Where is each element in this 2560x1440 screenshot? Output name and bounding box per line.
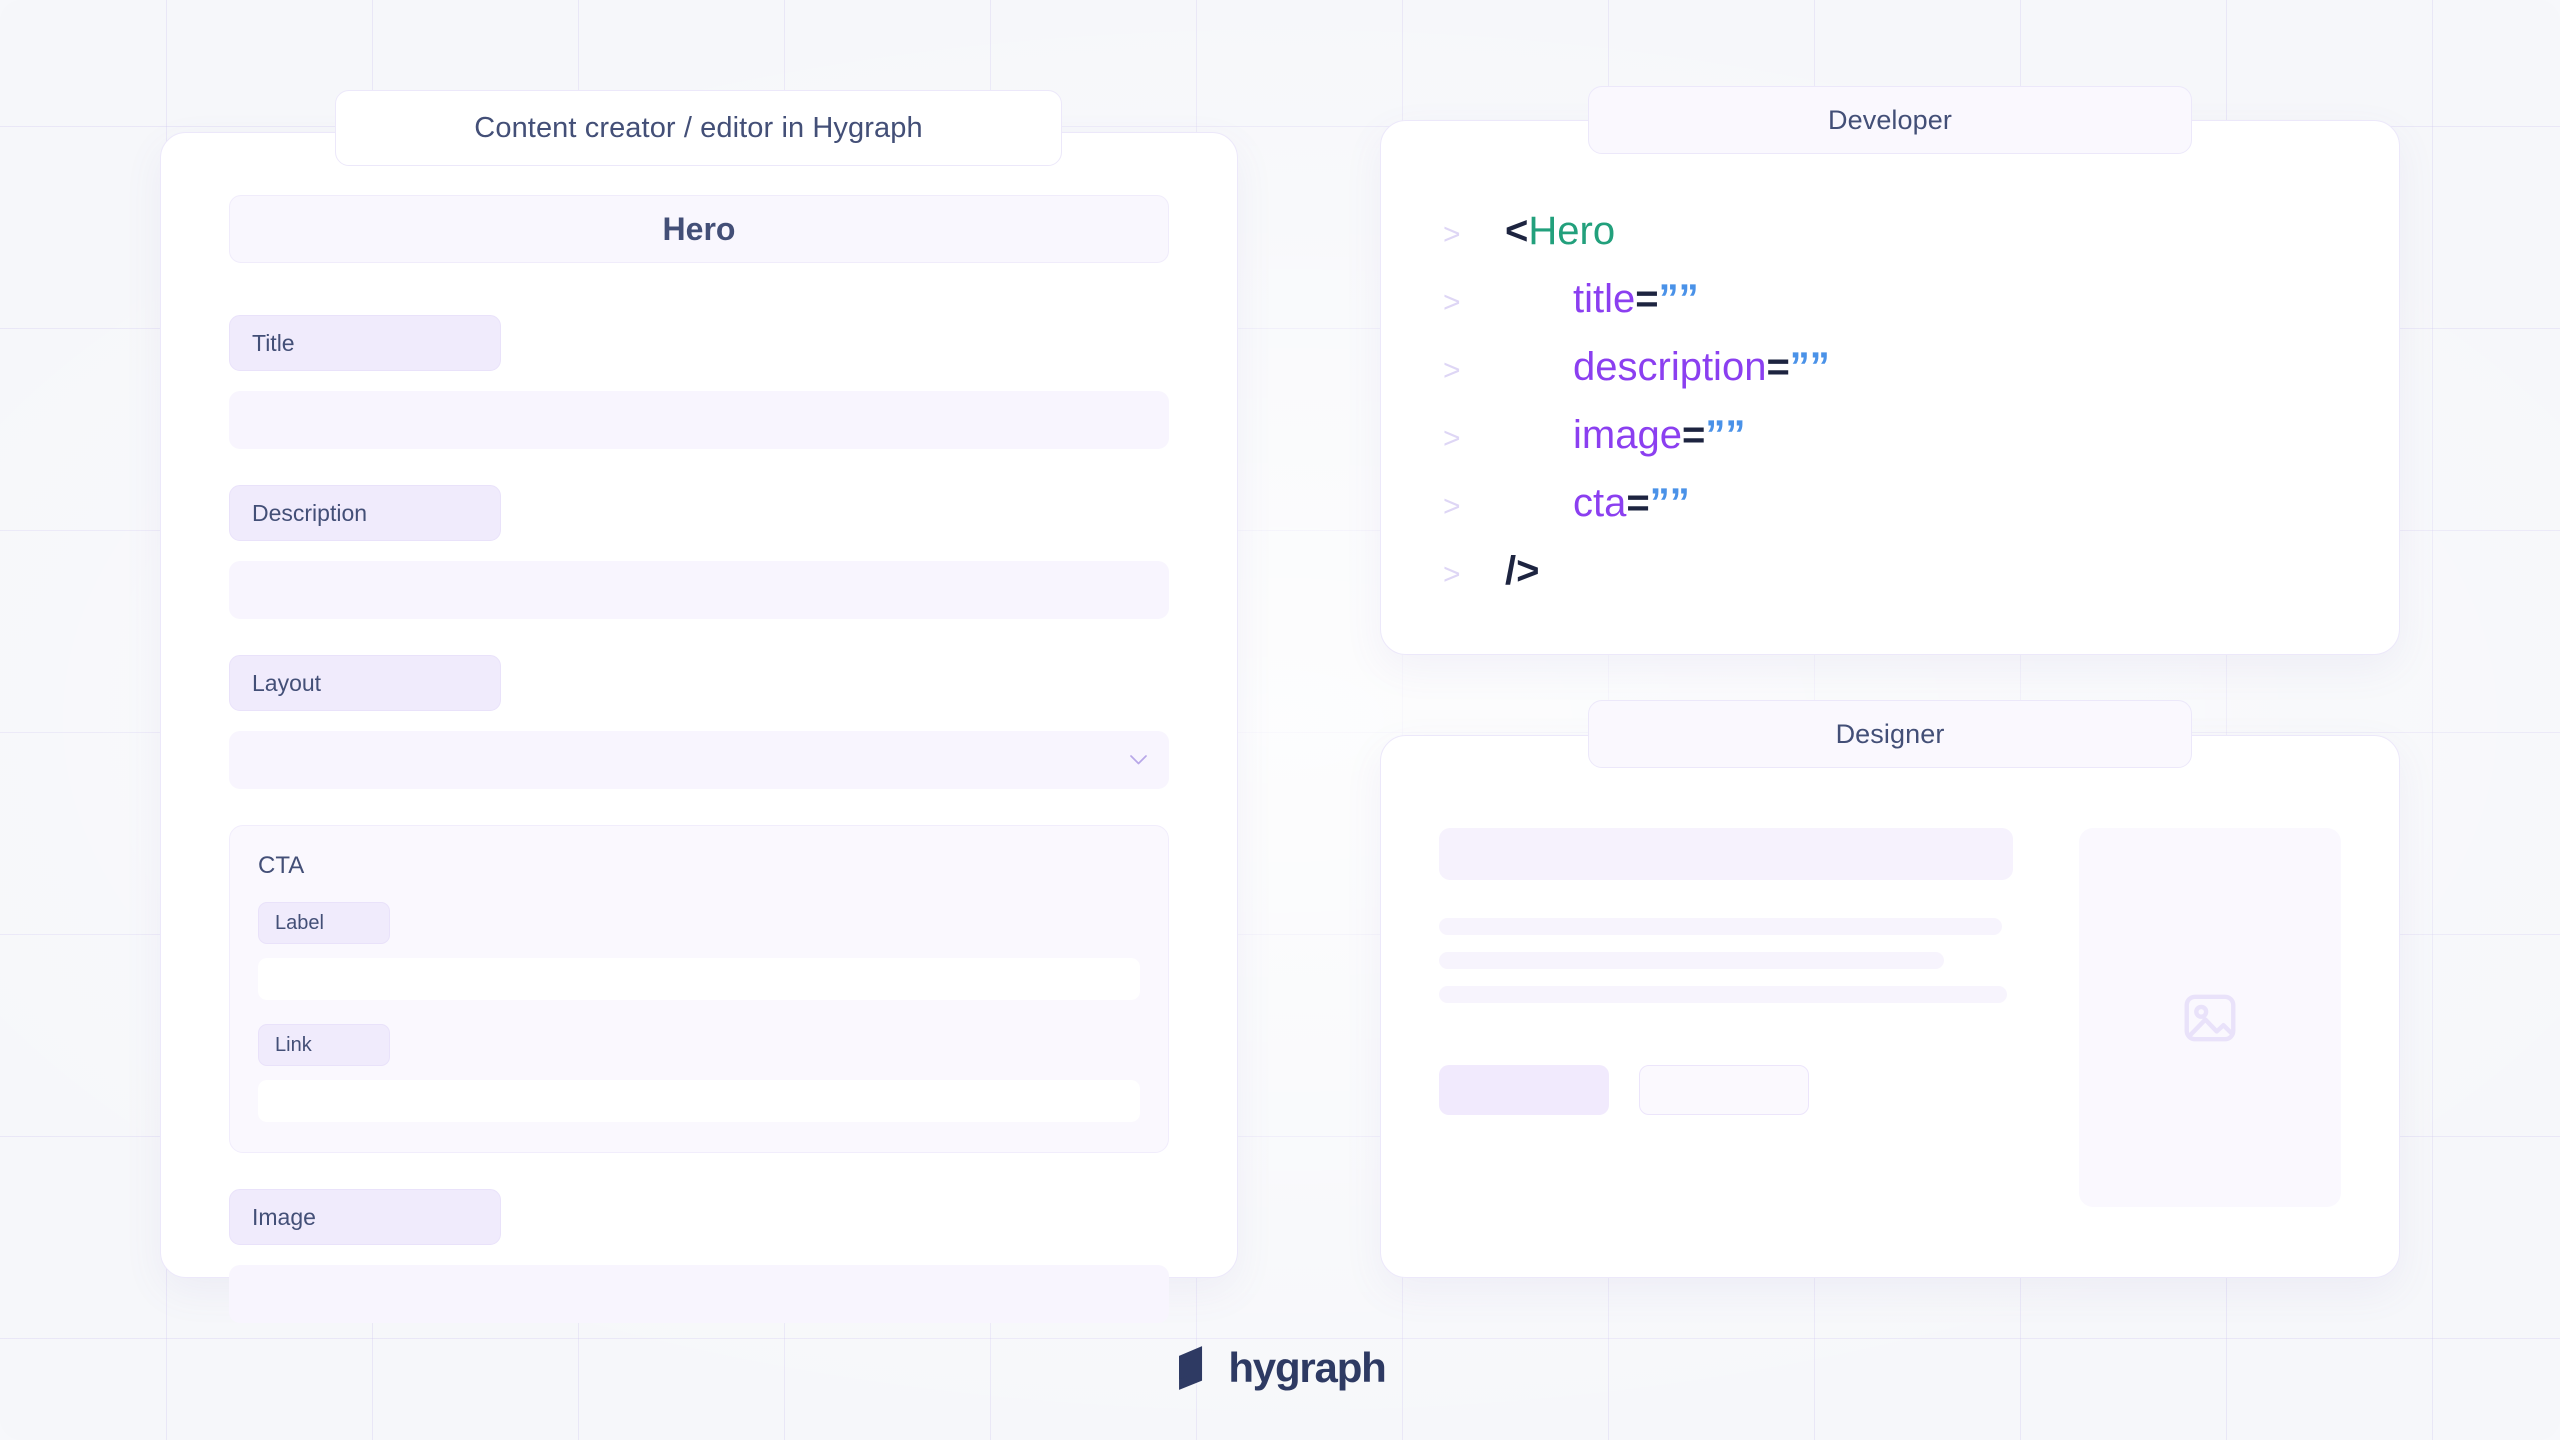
wireframe-text-line xyxy=(1439,952,1944,969)
designer-wireframe-card xyxy=(1380,735,2400,1278)
code-token-eq: = xyxy=(1766,345,1789,389)
code-token-eq: = xyxy=(1635,277,1658,321)
code-line-content: cta=”” xyxy=(1505,471,1690,535)
wireframe-text-line xyxy=(1439,918,2002,935)
subfield-input-label[interactable] xyxy=(258,958,1140,1000)
code-line-content: <Hero xyxy=(1505,199,1615,263)
wireframe-media-placeholder xyxy=(2079,828,2341,1207)
code-token-attr: cta xyxy=(1573,481,1626,525)
brand-wordmark: hygraph xyxy=(1228,1344,1385,1392)
code-line: ><Hero xyxy=(1443,199,1830,267)
group-title-cta: CTA xyxy=(258,852,1140,880)
field-layout: Layout xyxy=(229,655,1169,789)
code-line-content: description=”” xyxy=(1505,335,1830,399)
field-label-layout: Layout xyxy=(229,655,501,711)
field-label-title: Title xyxy=(229,315,501,371)
code-gutter-marker: > xyxy=(1443,339,1505,403)
code-token-quote: ”” xyxy=(1659,277,1699,321)
code-line-content: image=”” xyxy=(1505,403,1745,467)
code-token-punct: /> xyxy=(1505,549,1539,593)
wireframe-primary-button[interactable] xyxy=(1439,1065,1609,1115)
image-placeholder-icon xyxy=(2179,987,2241,1049)
editor-tab-label: Content creator / editor in Hygraph xyxy=(335,90,1062,166)
field-group-cta: CTA Label Link xyxy=(229,825,1169,1153)
wireframe-text-line xyxy=(1439,986,2007,1003)
field-input-image[interactable] xyxy=(229,1265,1169,1323)
code-gutter-marker: > xyxy=(1443,407,1505,471)
field-label-image: Image xyxy=(229,1189,501,1245)
code-gutter-marker: > xyxy=(1443,203,1505,267)
code-line: >description=”” xyxy=(1443,335,1830,403)
code-token-quote: ”” xyxy=(1650,481,1690,525)
field-input-description[interactable] xyxy=(229,561,1169,619)
code-token-attr: title xyxy=(1573,277,1635,321)
field-title: Title xyxy=(229,315,1169,449)
wireframe-buttons xyxy=(1439,1065,2013,1115)
content-editor-card: Hero Title Description Layout CTA Label xyxy=(160,132,1238,1278)
subfield-label: Label xyxy=(258,902,1140,1000)
hygraph-logo-mark xyxy=(1174,1345,1214,1391)
wireframe-title-block xyxy=(1439,828,2013,880)
code-gutter-marker: > xyxy=(1443,475,1505,539)
subfield-label-label: Label xyxy=(258,902,390,944)
developer-code-card: ><Hero>title=””>description=””>image=””>… xyxy=(1380,120,2400,655)
field-image: Image xyxy=(229,1189,1169,1323)
code-line: >cta=”” xyxy=(1443,471,1830,539)
field-description: Description xyxy=(229,485,1169,619)
code-token-tag: Hero xyxy=(1528,209,1615,253)
footer-brand: hygraph xyxy=(0,1344,2560,1392)
wireframe xyxy=(1439,828,2341,1207)
code-line: >/> xyxy=(1443,539,1830,607)
code-token-quote: ”” xyxy=(1705,413,1745,457)
field-input-title[interactable] xyxy=(229,391,1169,449)
code-gutter-marker: > xyxy=(1443,543,1505,607)
code-line: >title=”” xyxy=(1443,267,1830,335)
code-token-attr: description xyxy=(1573,345,1766,389)
code-token-eq: = xyxy=(1682,413,1705,457)
developer-tab-label: Developer xyxy=(1588,86,2192,154)
code-token-punct: < xyxy=(1505,209,1528,253)
wireframe-text-lines xyxy=(1439,918,2013,1003)
field-label-description: Description xyxy=(229,485,501,541)
code-line: >image=”” xyxy=(1443,403,1830,471)
wireframe-secondary-button[interactable] xyxy=(1639,1065,1809,1115)
code-token-attr: image xyxy=(1573,413,1682,457)
subfield-input-link[interactable] xyxy=(258,1080,1140,1122)
code-line-content: /> xyxy=(1505,539,1539,603)
code-gutter-marker: > xyxy=(1443,271,1505,335)
code-block[interactable]: ><Hero>title=””>description=””>image=””>… xyxy=(1443,199,1830,607)
code-token-eq: = xyxy=(1626,481,1649,525)
wireframe-content-column xyxy=(1439,828,2013,1207)
field-select-layout[interactable] xyxy=(229,731,1169,789)
code-token-quote: ”” xyxy=(1790,345,1830,389)
subfield-label-link: Link xyxy=(258,1024,390,1066)
chevron-down-icon xyxy=(1130,755,1147,765)
editor-header-title: Hero xyxy=(229,195,1169,263)
code-line-content: title=”” xyxy=(1505,267,1699,331)
designer-tab-label: Designer xyxy=(1588,700,2192,768)
subfield-link: Link xyxy=(258,1024,1140,1122)
